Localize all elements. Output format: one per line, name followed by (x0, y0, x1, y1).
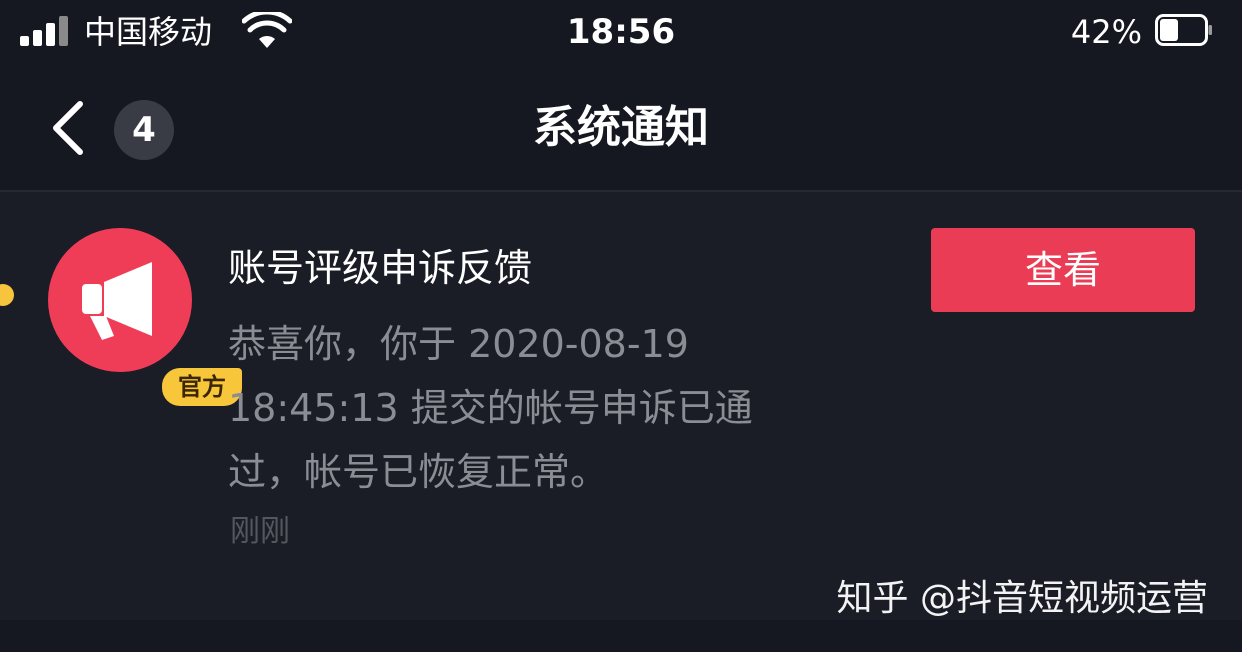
notification-time: 刚刚 (230, 514, 290, 549)
wifi-icon (242, 12, 292, 48)
nav-bar: 4 系统通知 (0, 66, 1242, 192)
back-button[interactable] (40, 96, 100, 160)
view-button[interactable]: 查看 (931, 228, 1195, 312)
signal-icon (20, 14, 72, 46)
megaphone-icon (82, 262, 152, 340)
list-bottom (0, 620, 1242, 652)
unread-count-badge: 4 (114, 100, 174, 160)
avatar: 官方 (48, 228, 242, 406)
notification-body-line: 18:45:13 提交的帐号申诉已通 (228, 386, 753, 430)
battery-percent: 42% (1070, 13, 1142, 51)
battery-icon (1155, 14, 1212, 46)
page-title: 系统通知 (533, 102, 709, 153)
notification-title: 账号评级申诉反馈 (228, 246, 533, 290)
notification-body-line: 过，帐号已恢复正常。 (228, 450, 609, 494)
watermark: 知乎 @抖音短视频运营 (836, 578, 1208, 619)
chevron-left-icon (53, 101, 83, 155)
notification-body-line: 恭喜你，你于 2020-08-19 (228, 322, 689, 366)
notification-item[interactable]: 官方 账号评级申诉反馈 恭喜你，你于 2020-08-19 18:45:13 提… (0, 192, 1242, 620)
unread-dot (0, 284, 14, 306)
status-bar: 中国移动 18:56 42% (0, 0, 1242, 66)
notification-body: 恭喜你，你于 2020-08-19 18:45:13 提交的帐号申诉已通 过，帐… (228, 312, 838, 504)
carrier-label: 中国移动 (84, 13, 213, 51)
